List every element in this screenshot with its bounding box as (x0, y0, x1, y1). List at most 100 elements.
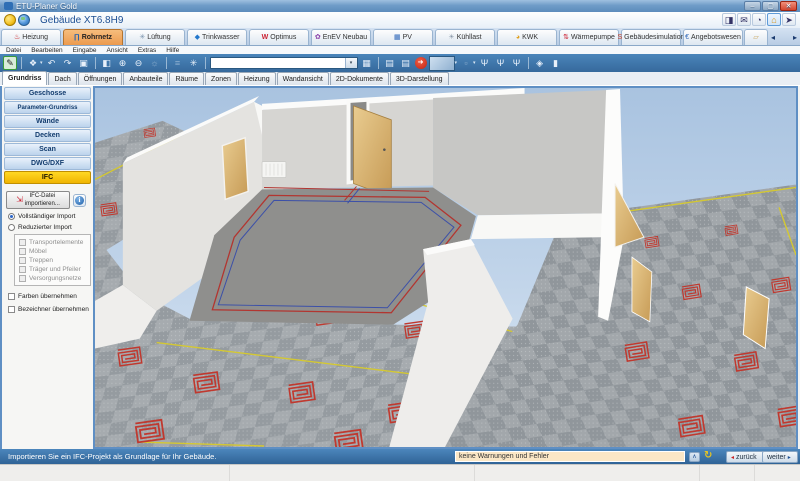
building-title: Gebäude XT6.8H9 (40, 15, 123, 26)
network-3-icon[interactable]: Ψ (510, 56, 524, 70)
window-title: ETU-Planer Gold (16, 2, 77, 11)
menu-hilfe[interactable]: Hilfe (166, 47, 179, 54)
menu-ansicht[interactable]: Ansicht (107, 47, 128, 54)
close-button[interactable]: ✕ (780, 1, 797, 11)
menu-bearbeiten[interactable]: Bearbeiten (31, 47, 62, 54)
zoom-in-icon[interactable]: ⊕ (116, 56, 130, 70)
zoom-out-icon[interactable]: ⊖ (132, 56, 146, 70)
minimize-button[interactable]: – (744, 1, 761, 11)
sidebar-item-waende[interactable]: Wände (4, 115, 91, 128)
tab-angebotswesen[interactable]: €Angebotswesen (683, 29, 743, 45)
gebaeudesimulation-icon: S (618, 34, 623, 41)
combobox-arrow-icon[interactable]: ▾ (345, 58, 357, 68)
tab-heizung[interactable]: ♨Heizung (1, 29, 61, 45)
radio-icon (8, 224, 15, 231)
sidebar-item-dwg-dxf[interactable]: DWG/DXF (4, 157, 91, 170)
menu-extras[interactable]: Extras (138, 47, 156, 54)
tab-waermepumpe[interactable]: ⇅Wärmepumpe (559, 29, 619, 45)
title-bar: ETU-Planer Gold – ▢ ✕ (0, 0, 800, 12)
toolbar-combobox[interactable]: ▾ (210, 57, 358, 69)
alert-icon[interactable]: ➜ (415, 57, 427, 69)
ifc-import-button[interactable]: ⇲ IFC-Dateiimportieren... (6, 191, 70, 209)
check-traeger-und-pfeiler[interactable]: Träger und Pfeiler (19, 266, 88, 273)
tab-lueftung[interactable]: ✳Lüftung (125, 29, 185, 45)
tab-grundriss[interactable]: Grundriss (2, 71, 47, 85)
content-area: Geschosse Parameter-Grundriss Wände Deck… (0, 86, 800, 449)
toolbar: ✎ ❖ ▾ ↶ ↷ ▣ ◧ ⊕ ⊖ ☼ ≡ ✳ ▾ ▦ ▤ ▤ ➜ ▾ ▫ ▾ … (0, 54, 800, 72)
refresh-icon[interactable]: ↻ (704, 450, 712, 461)
extinguisher-icon[interactable]: ▮ (549, 56, 563, 70)
projects-icon[interactable]: ◨ (722, 13, 736, 26)
open-folder-icon[interactable]: ▤ (399, 56, 413, 70)
maximize-button[interactable]: ▢ (762, 1, 779, 11)
tab-3d-darstellung[interactable]: 3D-Darstellung (390, 72, 449, 85)
check-treppen[interactable]: Treppen (19, 257, 88, 264)
sidebar-item-parameter-grundriss[interactable]: Parameter-Grundriss (4, 101, 91, 114)
mail-icon[interactable]: ✉ (737, 13, 751, 26)
check-transportelemente[interactable]: Transportelemente (19, 239, 88, 246)
preview-icon[interactable] (429, 56, 455, 71)
checkbox-icon (19, 266, 26, 273)
tab-wandansicht[interactable]: Wandansicht (277, 72, 329, 85)
tab-scroll-left-icon[interactable]: ◂ (771, 33, 775, 42)
expand-warnings-button[interactable]: ∧ (689, 452, 700, 462)
view-grid-icon[interactable]: ▦ (360, 56, 374, 70)
check-moebel[interactable]: Möbel (19, 248, 88, 255)
3d-viewport[interactable] (93, 86, 798, 449)
effects-icon[interactable]: ✳ (187, 56, 201, 70)
import-icon: ⇲ (16, 196, 23, 204)
tab-2d-dokumente[interactable]: 2D-Dokumente (330, 72, 389, 85)
undo-icon[interactable]: ↶ (45, 56, 59, 70)
tab-oeffnungen[interactable]: Öffnungen (78, 72, 123, 85)
tab-gebaeudesimulation[interactable]: SGebäudesimulation (621, 29, 681, 45)
settings-icon[interactable]: ☼ (148, 56, 162, 70)
tab-kuehllast[interactable]: ☀Kühllast (435, 29, 495, 45)
check-versorgungsnetze[interactable]: Versorgungsnetze (19, 275, 88, 282)
zoom-window-icon[interactable]: ◧ (100, 56, 114, 70)
lueftung-icon: ✳ (139, 34, 145, 41)
enev-icon: ✿ (315, 34, 321, 41)
tab-kwk[interactable]: ◕KWK (497, 29, 557, 45)
open-project-icon[interactable]: ▤ (383, 56, 397, 70)
menu-eingabe[interactable]: Eingabe (73, 47, 97, 54)
info-button[interactable]: i (73, 194, 86, 207)
tab-optimus[interactable]: WOptimus (249, 29, 309, 45)
tab-raeume[interactable]: Räume (169, 72, 204, 85)
app-icon (4, 2, 13, 10)
tab-dach[interactable]: Dach (48, 72, 76, 85)
network-1-icon[interactable]: Ψ (478, 56, 492, 70)
warnings-field[interactable]: keine Warnungen und Fehler (455, 451, 685, 462)
tab-heizung-sub[interactable]: Heizung (238, 72, 276, 85)
check-bezeichner-uebernehmen[interactable]: Bezeichner übernehmen (8, 306, 93, 313)
shapes-icon[interactable]: ❖ (26, 56, 40, 70)
check-farben-uebernehmen[interactable]: Farben übernehmen (8, 293, 93, 300)
tab-enev-neubau[interactable]: ✿EnEV Neubau (311, 29, 371, 45)
sidebar-item-geschosse[interactable]: Geschosse (4, 87, 91, 100)
redo-icon[interactable]: ↷ (61, 56, 75, 70)
mode-icon[interactable]: ▫ (459, 56, 473, 70)
snapshot-icon[interactable]: ▣ (77, 56, 91, 70)
tab-scroll-right-icon[interactable]: ▸ (793, 33, 797, 42)
sidebar-item-ifc[interactable]: IFC (4, 171, 91, 184)
world-icon[interactable]: ◔ (752, 13, 766, 26)
optimus-icon: W (262, 34, 269, 41)
tab-trinkwasser[interactable]: ◆Trinkwasser (187, 29, 247, 45)
tab-partial[interactable]: ▱ (744, 29, 768, 45)
tools-icon[interactable]: ➤ (782, 13, 796, 26)
tab-pv[interactable]: ▦PV (373, 29, 433, 45)
radio-reduzierter-import[interactable]: Reduzierter Import (8, 224, 93, 231)
tab-rohrnetz[interactable]: ∏Rohrnetz (63, 29, 123, 45)
home-icon[interactable]: ⌂ (767, 13, 781, 26)
draw-tool-icon[interactable]: ✎ (3, 56, 17, 70)
next-button[interactable]: weiter ▸ (762, 451, 798, 463)
layers-icon[interactable]: ≡ (171, 56, 185, 70)
tab-zonen[interactable]: Zonen (205, 72, 237, 85)
sidebar-item-decken[interactable]: Decken (4, 129, 91, 142)
menu-datei[interactable]: Datei (6, 47, 21, 54)
view-3d-icon[interactable]: ◈ (533, 56, 547, 70)
kuehllast-icon: ☀ (448, 34, 454, 41)
network-2-icon[interactable]: Ψ (494, 56, 508, 70)
radio-vollstaendiger-import[interactable]: Vollständiger Import (8, 213, 93, 220)
sidebar-item-scan[interactable]: Scan (4, 143, 91, 156)
tab-anbauteile[interactable]: Anbauteile (123, 72, 168, 85)
